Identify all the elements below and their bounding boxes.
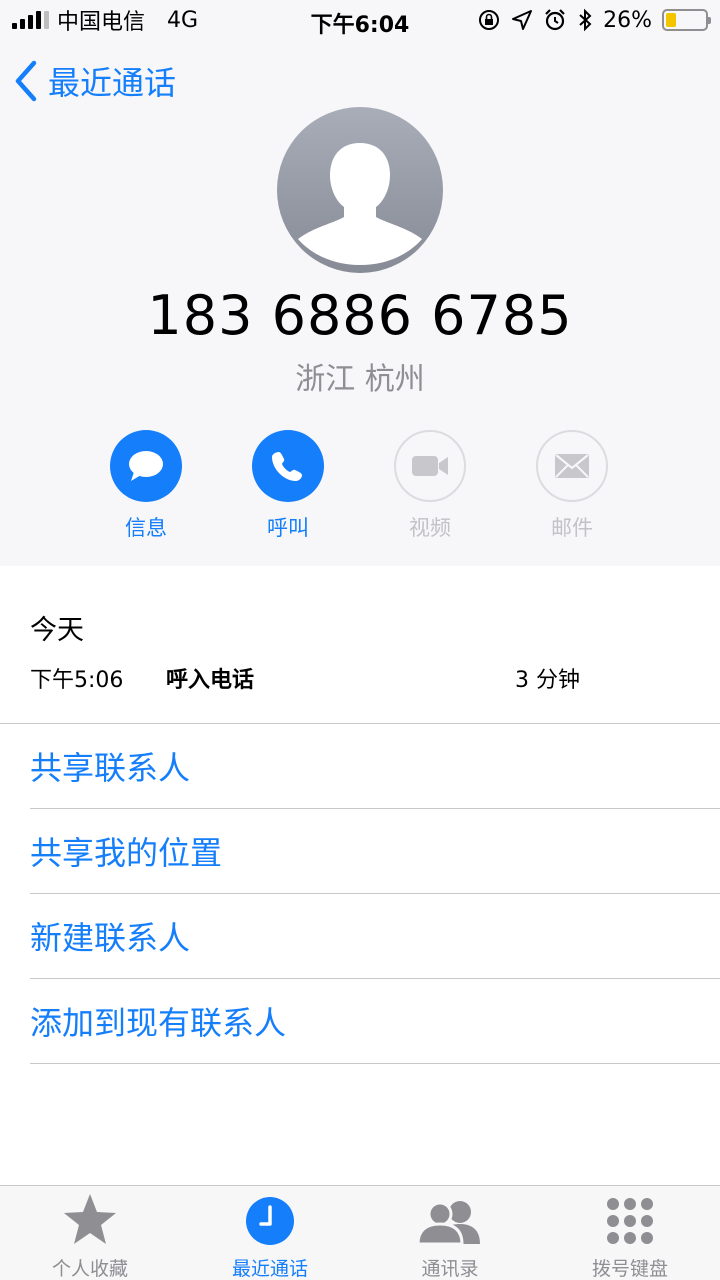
mail-icon [555, 454, 589, 478]
video-label: 视频 [409, 516, 451, 540]
back-label: 最近通话 [48, 64, 177, 102]
phone-location: 浙江 杭州 [295, 362, 425, 397]
location-icon [512, 10, 533, 30]
video-button[interactable]: 视频 [370, 430, 490, 542]
video-icon [412, 456, 448, 476]
clock-icon [246, 1197, 294, 1245]
status-bar: 中国电信 4G 下午6:04 26% [0, 0, 720, 40]
battery-percent: 26% [603, 7, 652, 33]
message-label: 信息 [125, 516, 167, 540]
alarm-icon [545, 9, 565, 31]
action-buttons: 信息 呼叫 视频 邮件 [0, 430, 720, 540]
call-log-date: 今天 [30, 615, 84, 646]
mail-button[interactable]: 邮件 [512, 430, 632, 542]
call-button[interactable]: 呼叫 [228, 430, 348, 542]
tab-keypad[interactable]: 拨号键盘 [540, 1186, 720, 1280]
message-icon [129, 451, 163, 481]
star-icon [64, 1194, 116, 1244]
tab-contacts[interactable]: 通讯录 [360, 1186, 540, 1280]
person-silhouette-icon [298, 143, 422, 265]
keypad-icon [607, 1198, 653, 1244]
phone-icon [272, 452, 302, 481]
mail-label: 邮件 [551, 516, 593, 540]
add-to-existing-contact-button[interactable]: 添加到现有联系人 [30, 979, 720, 1064]
tab-recents[interactable]: 最近通话 [180, 1186, 360, 1280]
new-contact-button[interactable]: 新建联系人 [30, 894, 720, 979]
contact-avatar [277, 107, 443, 273]
battery-icon [662, 9, 711, 31]
contact-options-list: 共享联系人 共享我的位置 新建联系人 添加到现有联系人 [0, 724, 720, 1064]
tab-favorites-label: 个人收藏 [51, 1258, 128, 1280]
call-duration: 3 分钟 [515, 668, 580, 693]
share-contact-button[interactable]: 共享联系人 [30, 724, 720, 809]
phone-number[interactable]: 183 6886 6785 [0, 284, 720, 347]
call-label: 呼叫 [267, 516, 309, 540]
tab-keypad-label: 拨号键盘 [591, 1258, 668, 1280]
chevron-left-icon [15, 60, 37, 102]
tab-contacts-label: 通讯录 [421, 1258, 479, 1280]
tab-bar: 个人收藏 最近通话 通讯录 拨号键盘 [0, 1185, 720, 1280]
message-button[interactable]: 信息 [86, 430, 206, 542]
call-time: 下午5:06 [30, 668, 124, 693]
call-log-entry: 下午5:06 呼入电话 3 分钟 [30, 662, 690, 693]
contacts-icon [416, 1201, 480, 1246]
call-type: 呼入电话 [166, 668, 255, 693]
battery-fill [666, 13, 676, 27]
bluetooth-icon [579, 8, 592, 32]
orientation-lock-icon [479, 10, 500, 30]
tab-favorites[interactable]: 个人收藏 [0, 1186, 180, 1280]
back-button[interactable]: 最近通话 [14, 56, 176, 106]
share-location-button[interactable]: 共享我的位置 [30, 809, 720, 894]
tab-recents-label: 最近通话 [231, 1258, 308, 1280]
